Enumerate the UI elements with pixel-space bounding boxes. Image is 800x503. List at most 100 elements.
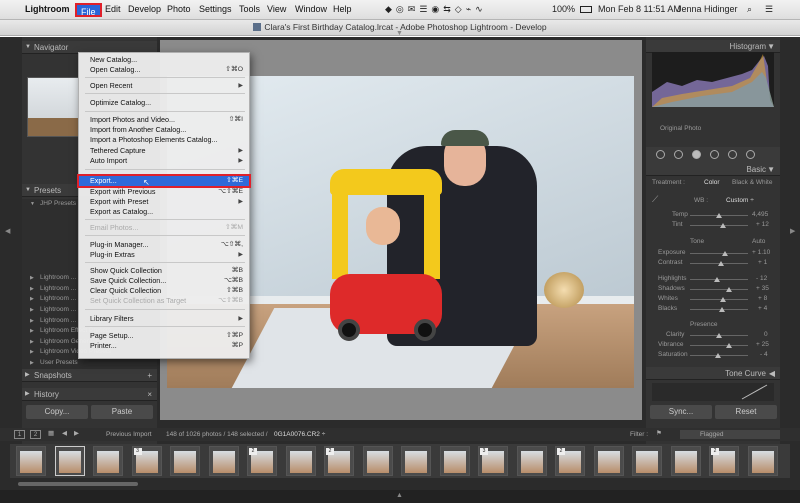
menu-item-open-catalog[interactable]: Open Catalog... ⇧⌘O (79, 65, 249, 75)
clock[interactable]: Mon Feb 8 11:51 AM (598, 4, 681, 14)
clear-history-icon[interactable]: × (147, 388, 152, 401)
top-panel-toggle-icon[interactable]: ▼ (396, 30, 403, 37)
forward-arrow-icon[interactable]: ▶ (74, 429, 79, 437)
treatment-color-option[interactable]: Color (704, 179, 720, 186)
filmstrip-thumbnail[interactable] (401, 446, 431, 476)
treatment-bw-option[interactable]: Black & White (732, 179, 772, 186)
exposure-value[interactable]: + 1.10 (752, 249, 770, 256)
filmstrip-thumbnail[interactable]: 2 (324, 446, 354, 476)
clarity-value[interactable]: 0 (764, 331, 768, 338)
menu-item-plug-in-manager[interactable]: Plug-in Manager... ⌥⇧⌘, (79, 240, 249, 250)
filmstrip-filename[interactable]: 0G1A0076.CR2 ÷ (274, 431, 325, 438)
filmstrip-thumbnail[interactable] (16, 446, 46, 476)
history-header[interactable]: ▶ History × (22, 388, 157, 401)
blacks-knob[interactable] (719, 307, 725, 312)
battery-icon[interactable] (580, 6, 592, 13)
search-icon[interactable]: ⌕ (747, 4, 752, 15)
filmstrip-thumbnail[interactable] (285, 446, 316, 476)
filmstrip-thumbnail[interactable] (747, 446, 778, 476)
tint-slider-knob[interactable] (720, 223, 726, 228)
menu-item-show-quick-collection[interactable]: Show Quick Collection ⌘B (79, 266, 249, 276)
menu-item-new-catalog[interactable]: New Catalog... (79, 55, 249, 65)
shadows-slider[interactable] (690, 289, 748, 290)
menu-item-optimize-catalog[interactable]: Optimize Catalog... (79, 98, 249, 108)
menu-item-library-filters[interactable]: Library Filters ▶ (79, 314, 249, 324)
menu-item-printer[interactable]: Printer... ⌘P (79, 341, 249, 351)
filmstrip[interactable]: 3 2 2 3 2 2 (10, 444, 790, 478)
app-menu[interactable]: Lightroom (25, 4, 70, 14)
filmstrip-thumbnail[interactable] (208, 446, 239, 476)
filmstrip-thumbnail[interactable] (93, 446, 123, 476)
tint-slider[interactable] (690, 225, 748, 226)
filter-select[interactable]: Flagged (680, 430, 780, 439)
shadows-value[interactable]: + 35 (756, 285, 769, 292)
menu-item-save-quick-collection[interactable]: Save Quick Collection... ⌥⌘B (79, 276, 249, 286)
menu-window[interactable]: Window (295, 4, 327, 14)
snapshots-header[interactable]: ▶ Snapshots + (22, 369, 157, 382)
exposure-knob[interactable] (722, 251, 728, 256)
filmstrip-thumbnail[interactable] (54, 446, 85, 476)
grid-view-icon[interactable]: ▦ (48, 429, 54, 437)
filmstrip-thumbnail[interactable] (670, 446, 701, 476)
page2-button[interactable]: 2 (30, 430, 41, 439)
menu-settings[interactable]: Settings (199, 4, 232, 14)
menu-item-page-setup[interactable]: Page Setup... ⇧⌘P (79, 331, 249, 341)
filmstrip-thumbnail[interactable]: 3 (478, 446, 508, 476)
menu-item-export[interactable]: Export... ⇧⌘E ↖ (77, 174, 251, 188)
right-panel-toggle-icon[interactable]: ▶ (790, 227, 795, 235)
clarity-knob[interactable] (716, 333, 722, 338)
shadows-knob[interactable] (726, 287, 732, 292)
temp-value[interactable]: 4,495 (752, 211, 768, 218)
menu-develop[interactable]: Develop (128, 4, 161, 14)
menu-item-import-from-another-catalog[interactable]: Import from Another Catalog... (79, 125, 249, 135)
contrast-value[interactable]: + 1 (758, 259, 767, 266)
filmstrip-thumbnail[interactable] (362, 446, 393, 476)
preset-folder[interactable]: ▶ User Presets (22, 358, 157, 369)
white-balance-picker-icon[interactable]: ⟋ (652, 194, 658, 205)
sync-button[interactable]: Sync... (650, 405, 712, 419)
flag-icon[interactable]: ⚑ (656, 429, 662, 437)
filmstrip-thumbnail[interactable] (439, 446, 470, 476)
menu-file[interactable]: File (75, 3, 102, 17)
graduated-filter-icon[interactable] (710, 150, 719, 159)
exposure-slider[interactable] (690, 253, 748, 254)
adjustment-brush-icon[interactable] (746, 150, 755, 159)
menu-item-export-with-preset[interactable]: Export with Preset ▶ (79, 197, 249, 207)
filmstrip-scrollbar[interactable] (18, 482, 138, 486)
menu-item-tethered-capture[interactable]: Tethered Capture ▶ (79, 146, 249, 156)
left-panel-toggle-icon[interactable]: ◀ (5, 227, 10, 235)
menu-item-open-recent[interactable]: Open Recent ▶ (79, 81, 249, 91)
filmstrip-thumbnail[interactable] (170, 446, 200, 476)
saturation-value[interactable]: - 4 (760, 351, 768, 358)
vibrance-value[interactable]: + 25 (756, 341, 769, 348)
menu-item-plug-in-extras[interactable]: Plug-in Extras ▶ (79, 250, 249, 260)
blacks-value[interactable]: + 4 (758, 305, 767, 312)
whites-knob[interactable] (720, 297, 726, 302)
add-snapshot-icon[interactable]: + (147, 369, 152, 382)
wb-select[interactable]: Custom ÷ (726, 197, 754, 204)
filmstrip-thumbnail[interactable] (632, 446, 662, 476)
tint-value[interactable]: + 12 (756, 221, 769, 228)
copy-button[interactable]: Copy... (26, 405, 88, 419)
vibrance-knob[interactable] (726, 343, 732, 348)
contrast-knob[interactable] (718, 261, 724, 266)
paste-button[interactable]: Paste (91, 405, 153, 419)
menu-view[interactable]: View (267, 4, 286, 14)
tone-auto-button[interactable]: Auto (752, 238, 765, 245)
highlights-knob[interactable] (714, 277, 720, 282)
tone-curve-preview[interactable] (652, 383, 774, 401)
red-eye-icon[interactable] (692, 150, 701, 159)
menu-edit[interactable]: Edit (105, 4, 121, 14)
whites-value[interactable]: + 8 (758, 295, 767, 302)
filmstrip-thumbnail[interactable]: 2 (709, 446, 739, 476)
menu-item-clear-quick-collection[interactable]: Clear Quick Collection ⇧⌘B (79, 286, 249, 296)
menu-item-export-with-previous[interactable]: Export with Previous ⌥⇧⌘E (79, 187, 249, 197)
menu-item-export-as-catalog[interactable]: Export as Catalog... (79, 207, 249, 217)
spot-removal-icon[interactable] (674, 150, 683, 159)
whites-slider[interactable] (690, 299, 748, 300)
filmstrip-thumbnail[interactable]: 3 (131, 446, 162, 476)
saturation-knob[interactable] (715, 353, 721, 358)
tone-curve-header[interactable]: Tone Curve ◀ (646, 367, 780, 380)
status-icons[interactable]: ◆◎✉☰◉⇆◇⌁∿ (385, 4, 487, 15)
basic-header[interactable]: Basic ▼ (646, 163, 780, 176)
